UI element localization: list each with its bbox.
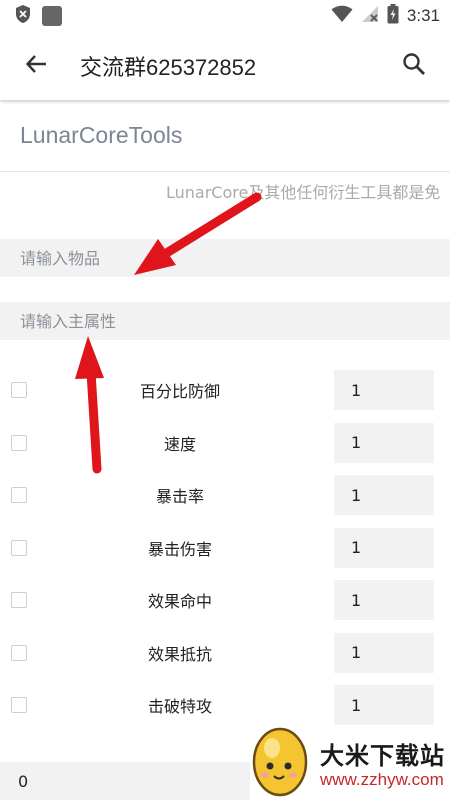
property-value-input[interactable]: 1 xyxy=(334,422,434,463)
signal-icon xyxy=(361,5,379,27)
status-bar: 3:31 xyxy=(0,0,450,32)
app-bar: 交流群625372852 xyxy=(0,32,450,100)
brand-title: LunarCoreTools xyxy=(0,100,450,172)
property-label: 效果抵抗 xyxy=(147,644,212,664)
main-attribute-input[interactable] xyxy=(0,302,450,340)
list-item: 效果命中 1 xyxy=(0,574,450,627)
property-checkbox[interactable] xyxy=(11,382,27,399)
property-list: 百分比防御 1 速度 1 暴击率 1 暴击伤害 1 效果命中 1 效果抵抗 1 … xyxy=(0,364,450,732)
list-item: 百分比防御 1 xyxy=(0,364,450,417)
property-checkbox[interactable] xyxy=(11,644,27,661)
property-label: 击破特攻 xyxy=(147,697,212,717)
bottom-value-input[interactable]: 0 xyxy=(0,762,250,800)
list-item: 速度 1 xyxy=(0,417,450,470)
property-value-input[interactable]: 1 xyxy=(334,475,434,516)
property-value-input[interactable]: 1 xyxy=(334,370,434,411)
arrow-back-icon xyxy=(25,53,47,79)
property-checkbox[interactable] xyxy=(11,592,27,609)
property-label: 效果命中 xyxy=(147,592,212,612)
back-button[interactable] xyxy=(14,44,58,88)
wifi-icon xyxy=(331,5,353,27)
property-label: 百分比防御 xyxy=(139,382,220,402)
watermark-title: 大米下载站 xyxy=(320,742,445,770)
watermark-url: www.zzhyw.com xyxy=(320,770,444,789)
property-label: 暴击率 xyxy=(155,487,204,507)
property-checkbox[interactable] xyxy=(11,487,27,504)
search-button[interactable] xyxy=(392,44,436,88)
page-title: 交流群625372852 xyxy=(80,55,257,80)
property-value-input[interactable]: 1 xyxy=(334,632,434,673)
property-checkbox[interactable] xyxy=(11,697,27,714)
property-checkbox[interactable] xyxy=(11,434,27,451)
battery-icon xyxy=(387,4,399,28)
watermark: 大米下载站 www.zzhyw.com xyxy=(246,718,450,800)
property-label: 暴击伤害 xyxy=(147,539,212,559)
search-icon xyxy=(402,52,426,80)
shield-icon xyxy=(14,4,32,28)
list-item: 效果抵抗 1 xyxy=(0,627,450,680)
notice-text: LunarCore及其他任何衍生工具都是免 xyxy=(166,183,441,202)
item-input[interactable] xyxy=(0,239,450,277)
list-item: 暴击伤害 1 xyxy=(0,522,450,575)
property-value-input[interactable]: 1 xyxy=(334,527,434,568)
property-label: 速度 xyxy=(163,434,196,454)
property-checkbox[interactable] xyxy=(11,539,27,556)
property-value-input[interactable]: 1 xyxy=(334,580,434,621)
clock: 3:31 xyxy=(406,6,440,25)
notice-row: LunarCore及其他任何衍生工具都是免 xyxy=(0,172,450,212)
list-item: 暴击率 1 xyxy=(0,469,450,522)
notification-app-icon xyxy=(42,6,62,26)
